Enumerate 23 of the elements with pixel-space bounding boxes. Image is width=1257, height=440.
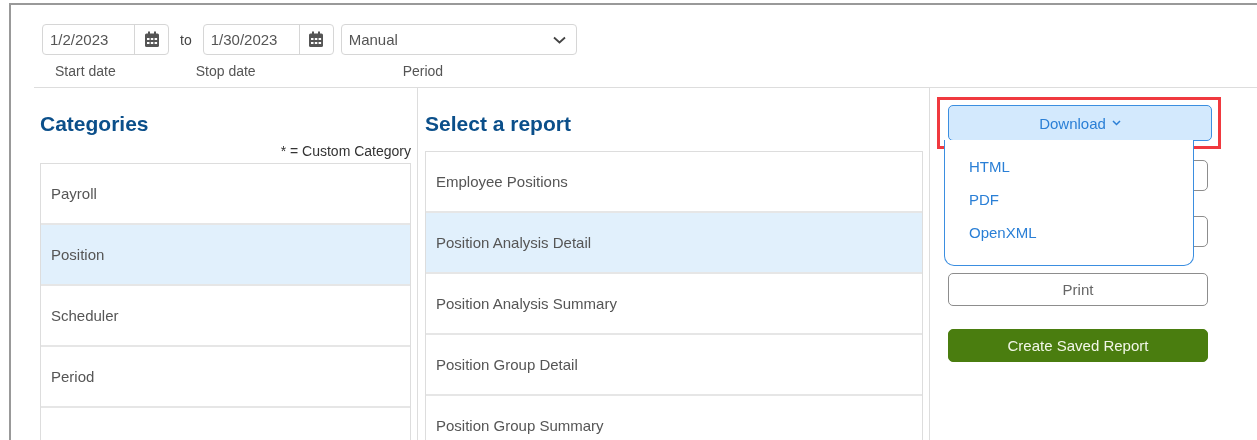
period-dropdown[interactable]: Manual (340, 24, 577, 55)
menu-item[interactable]: PDF (969, 191, 999, 208)
menu-item[interactable]: OpenXML (969, 224, 1037, 241)
create-saved-report-button[interactable]: Create Saved Report (948, 329, 1208, 362)
section-heading: Categories (40, 111, 150, 137)
date-picker[interactable]: 1/30/2023 (202, 24, 334, 55)
field-label: Start date (55, 63, 116, 79)
list-item[interactable]: Position Analysis Detail (426, 213, 922, 274)
print-button[interactable]: Print (948, 273, 1208, 306)
section-heading: Select a report (425, 111, 572, 137)
list-item[interactable]: Position (41, 225, 410, 286)
field-label: Stop date (195, 63, 256, 79)
menu-item[interactable]: HTML (969, 158, 1010, 175)
chevron-down-icon (1111, 120, 1121, 126)
chevron-down-icon (552, 35, 566, 44)
date-field[interactable]: 1/2/2023 (43, 25, 134, 54)
calendar-icon[interactable] (143, 31, 160, 48)
calendar-icon[interactable] (308, 31, 325, 48)
legend-note: * = Custom Category (279, 143, 411, 159)
date-field[interactable]: 1/30/2023 (203, 25, 299, 54)
range-separator: to (180, 31, 192, 48)
date-picker[interactable]: 1/2/2023 (42, 24, 169, 55)
field-label: Period (402, 63, 444, 79)
